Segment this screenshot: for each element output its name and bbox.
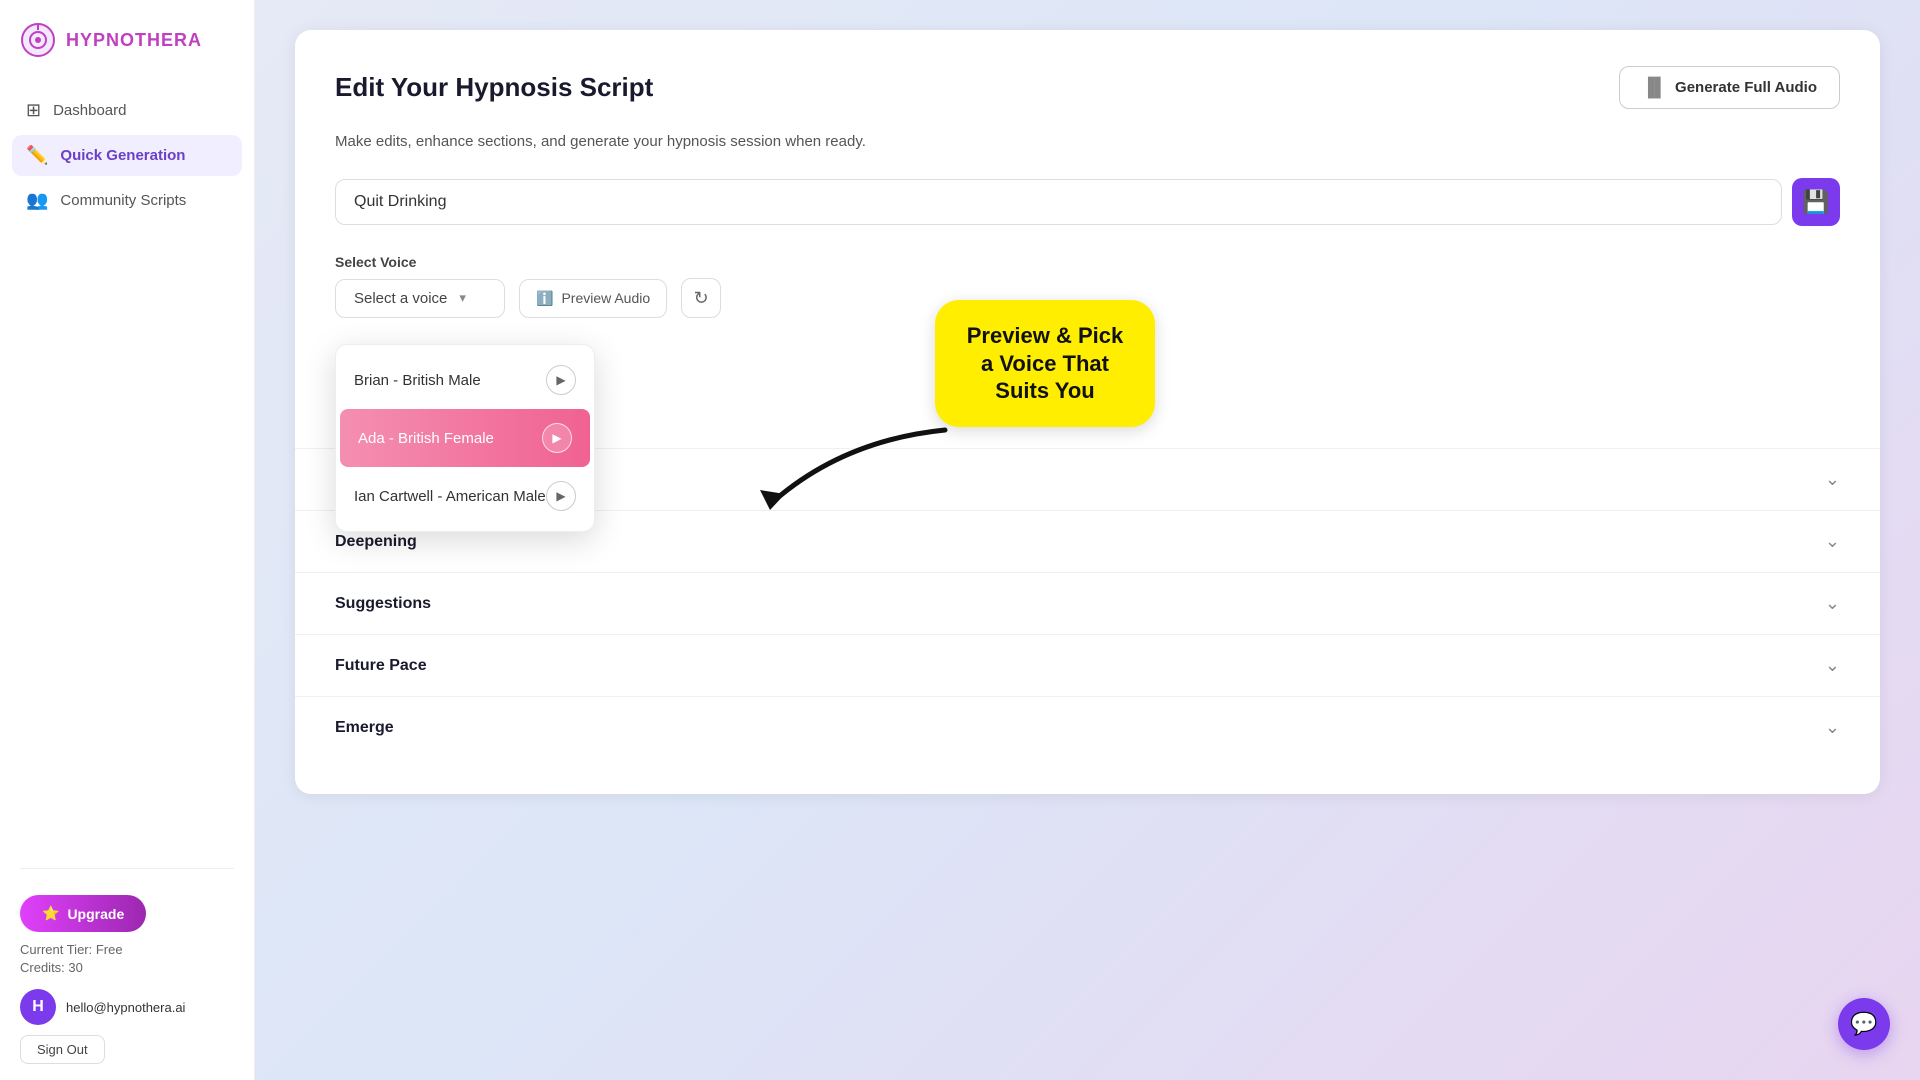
section-future-pace[interactable]: Future Pace ⌄: [335, 635, 1840, 696]
section-emerge[interactable]: Emerge ⌄: [335, 697, 1840, 758]
user-email: hello@hypnothera.ai: [66, 1000, 185, 1015]
section-emerge-title: Emerge: [335, 719, 394, 737]
refresh-icon: ↻: [694, 288, 709, 309]
sidebar-nav: ⊞ Dashboard ✏️ Quick Generation 👥 Commun…: [0, 80, 254, 858]
play-brian-button[interactable]: ▶: [546, 365, 576, 395]
logo-area: HYPNOTHERA: [0, 0, 254, 80]
voice-dropdown-placeholder: Select a voice: [354, 290, 447, 307]
voice-option-ian-label: Ian Cartwell - American Male: [354, 488, 546, 505]
callout-bubble: Preview & Pick a Voice That Suits You: [935, 300, 1155, 427]
script-input-row: 💾: [335, 178, 1840, 226]
credits-info: Credits: 30: [20, 960, 234, 975]
chevron-emerge-icon: ⌄: [1825, 717, 1840, 738]
sidebar-item-dashboard[interactable]: ⊞ Dashboard: [12, 90, 242, 131]
chevron-suggestions-icon: ⌄: [1825, 593, 1840, 614]
upgrade-button[interactable]: ⭐ Upgrade: [20, 895, 146, 932]
callout-arrow: [745, 420, 965, 520]
chat-icon: 💬: [1850, 1011, 1877, 1037]
sidebar-item-dashboard-label: Dashboard: [53, 102, 126, 119]
signout-button[interactable]: Sign Out: [20, 1035, 105, 1064]
sidebar-bottom: ⭐ Upgrade Current Tier: Free Credits: 30…: [0, 879, 254, 1080]
play-ada-button[interactable]: ▶: [542, 423, 572, 453]
voice-menu: Brian - British Male ▶ Ada - British Fem…: [335, 344, 595, 532]
tier-info: Current Tier: Free: [20, 942, 234, 957]
section-future-pace-title: Future Pace: [335, 657, 427, 675]
main-content: Edit Your Hypnosis Script ▐▌ Generate Fu…: [255, 0, 1920, 1080]
sidebar-item-community-scripts[interactable]: 👥 Community Scripts: [12, 180, 242, 221]
star-icon: ⭐: [42, 905, 59, 922]
generate-full-audio-button[interactable]: ▐▌ Generate Full Audio: [1619, 66, 1840, 109]
section-deepening-title: Deepening: [335, 533, 417, 551]
page-title: Edit Your Hypnosis Script: [335, 72, 653, 103]
chevron-deepening-icon: ⌄: [1825, 531, 1840, 552]
voice-option-ian[interactable]: Ian Cartwell - American Male ▶: [336, 467, 594, 525]
avatar: H: [20, 989, 56, 1025]
voice-option-ada[interactable]: Ada - British Female ▶: [340, 409, 590, 467]
play-ian-button[interactable]: ▶: [546, 481, 576, 511]
main-card: Edit Your Hypnosis Script ▐▌ Generate Fu…: [295, 30, 1880, 794]
sidebar: HYPNOTHERA ⊞ Dashboard ✏️ Quick Generati…: [0, 0, 255, 1080]
sidebar-item-quick-generation[interactable]: ✏️ Quick Generation: [12, 135, 242, 176]
chat-fab-button[interactable]: 💬: [1838, 998, 1890, 1050]
logo-text: HYPNOTHERA: [66, 30, 202, 51]
voice-option-brian-label: Brian - British Male: [354, 372, 481, 389]
save-script-button[interactable]: 💾: [1792, 178, 1840, 226]
user-row: H hello@hypnothera.ai: [20, 989, 234, 1025]
preview-audio-label: Preview Audio: [561, 290, 650, 306]
wave-icon: ▐▌: [1642, 77, 1668, 98]
refresh-button[interactable]: ↻: [681, 278, 721, 318]
section-suggestions[interactable]: Suggestions ⌄: [335, 573, 1840, 634]
callout-text: Preview & Pick a Voice That Suits You: [967, 323, 1124, 403]
community-scripts-icon: 👥: [26, 190, 48, 211]
sidebar-item-quick-generation-label: Quick Generation: [60, 147, 185, 164]
voice-option-brian[interactable]: Brian - British Male ▶: [336, 351, 594, 409]
voice-section-label: Select Voice: [335, 254, 1840, 270]
save-icon: 💾: [1802, 189, 1829, 215]
sidebar-divider: [20, 868, 234, 869]
sidebar-item-community-scripts-label: Community Scripts: [60, 192, 186, 209]
chevron-set-the-scene-icon: ⌄: [1825, 469, 1840, 490]
chevron-down-icon: ▾: [459, 290, 466, 306]
upgrade-button-label: Upgrade: [67, 906, 124, 922]
voice-option-ada-label: Ada - British Female: [358, 430, 494, 447]
voice-dropdown[interactable]: Select a voice ▾: [335, 279, 505, 318]
subtitle: Make edits, enhance sections, and genera…: [335, 133, 1840, 150]
quick-generation-icon: ✏️: [26, 145, 48, 166]
logo-icon: [20, 22, 56, 58]
info-icon: ℹ️: [536, 290, 553, 307]
generate-btn-label: Generate Full Audio: [1675, 79, 1817, 96]
preview-audio-button[interactable]: ℹ️ Preview Audio: [519, 279, 667, 318]
script-title-input[interactable]: [335, 179, 1782, 225]
section-suggestions-title: Suggestions: [335, 595, 431, 613]
dashboard-icon: ⊞: [26, 100, 41, 121]
card-header: Edit Your Hypnosis Script ▐▌ Generate Fu…: [335, 66, 1840, 109]
chevron-future-pace-icon: ⌄: [1825, 655, 1840, 676]
